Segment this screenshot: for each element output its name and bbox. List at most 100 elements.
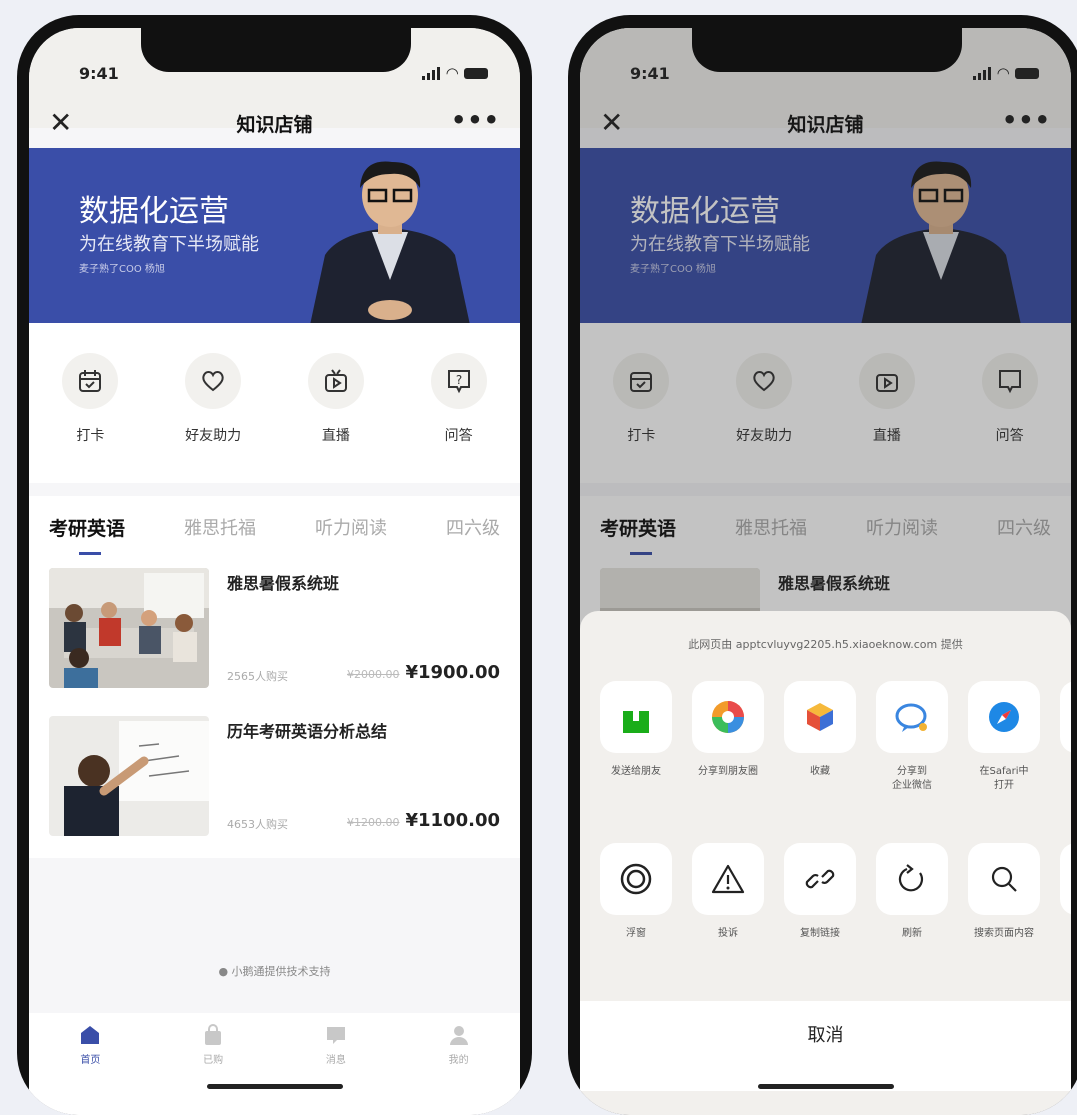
float-window-icon <box>600 843 672 915</box>
action-label: 投诉 <box>718 928 738 939</box>
bottom-nav-home[interactable]: 首页 <box>60 1023 120 1115</box>
tech-support-note: ● 小鹅通提供技术支持 <box>29 963 520 979</box>
action-label: 搜索页面内容 <box>974 928 1034 939</box>
home-indicator <box>757 1084 894 1089</box>
status-time: 9:41 <box>79 64 119 83</box>
bottom-nav-label: 已购 <box>203 1055 224 1066</box>
more-icon[interactable]: ••• <box>451 106 500 134</box>
speaker-photo <box>310 161 470 323</box>
shortcut-checkin[interactable]: 打卡 <box>40 353 140 483</box>
question-bubble-icon: ? <box>430 353 487 409</box>
warning-icon <box>692 843 764 915</box>
share-label: 分享到 企业微信 <box>892 766 932 791</box>
home-icon <box>81 1026 100 1044</box>
bottom-nav-label: 我的 <box>448 1055 469 1066</box>
course-buyers: 2565人购买 <box>227 670 288 683</box>
shortcut-qa[interactable]: ? 问答 <box>409 353 509 483</box>
course-list: 雅思暑假系统班 2565人购买 ¥2000.00 ¥1900.00 历年考研英语… <box>29 558 520 858</box>
share-row: 发送给朋友 分享到朋友圈 收藏 分享到 企业微信 在Safari中 打开 <box>600 681 1071 793</box>
wecom-icon <box>876 681 948 753</box>
course-original-price: ¥2000.00 <box>347 668 400 681</box>
action-report[interactable]: 投诉 <box>692 843 764 941</box>
promo-banner[interactable]: 数据化运营 为在线教育下半场赋能 麦子熟了COO 杨旭 <box>29 148 520 323</box>
share-label: 收藏 <box>810 766 830 777</box>
calendar-check-icon <box>62 353 119 409</box>
course-price: ¥1100.00 <box>405 810 500 831</box>
action-adjust-font[interactable]: 调 <box>1060 843 1071 941</box>
bag-icon <box>205 1024 222 1045</box>
bottom-nav-label: 消息 <box>325 1055 346 1066</box>
shortcut-friend-help[interactable]: 好友助力 <box>163 353 263 483</box>
share-open-safari[interactable]: 在Safari中 打开 <box>968 681 1040 793</box>
share-source-text: 此网页由 apptcvluyvg2205.h5.xiaoeknow.com 提供 <box>688 638 963 651</box>
shortcut-grid: 打卡 好友助力 直播 ? 问答 <box>29 323 520 483</box>
font-adjust-icon <box>1060 843 1071 915</box>
tab-kaoyan-english[interactable]: 考研英语 <box>49 514 125 555</box>
signal-icon <box>422 66 441 80</box>
share-label: 在Safari中 打开 <box>979 766 1029 791</box>
refresh-icon <box>876 843 948 915</box>
shortcut-label: 直播 <box>321 428 350 444</box>
user-icon <box>449 1026 468 1045</box>
course-buyers: 4653人购买 <box>227 818 288 831</box>
screen: 9:41 ◠ ✕ 知识店铺 ••• 数据化运营 为在线教育下半场赋能 麦子熟了C… <box>580 28 1071 1115</box>
share-sheet: 此网页由 apptcvluyvg2205.h5.xiaoeknow.com 提供… <box>580 611 1071 1115</box>
share-moments[interactable]: 分享到朋友圈 <box>692 681 764 793</box>
action-copy-link[interactable]: 复制链接 <box>784 843 856 941</box>
action-row: 浮窗 投诉 复制链接 刷新 搜索页面内容 <box>600 843 1071 941</box>
safari-icon <box>968 681 1040 753</box>
course-thumbnail <box>49 568 209 688</box>
notch <box>692 28 962 72</box>
action-float-window[interactable]: 浮窗 <box>600 843 672 941</box>
bottom-nav-me[interactable]: 我的 <box>429 1023 489 1115</box>
favorite-cube-icon <box>784 681 856 753</box>
bottom-nav-messages[interactable]: 消息 <box>306 1023 366 1115</box>
share-send-friend[interactable]: 发送给朋友 <box>600 681 672 793</box>
course-price: ¥1900.00 <box>405 662 500 683</box>
course-original-price: ¥1200.00 <box>347 816 400 829</box>
course-title: 历年考研英语分析总结 <box>227 722 388 741</box>
tab-listening-reading[interactable]: 听力阅读 <box>315 514 387 540</box>
action-label: 刷新 <box>902 928 922 939</box>
notch <box>141 28 411 72</box>
send-friend-icon <box>600 681 672 753</box>
action-search-page[interactable]: 搜索页面内容 <box>968 843 1040 941</box>
banner-title: 数据化运营 <box>79 194 229 229</box>
phone-store-screen: 9:41 ◠ ✕ 知识店铺 ••• 数据化运营 为在线教育下半场赋能 麦子熟了C… <box>17 15 532 1115</box>
tab-cet[interactable]: 四六级 <box>446 514 500 540</box>
page-title: 知识店铺 <box>236 113 313 136</box>
close-icon[interactable]: ✕ <box>49 106 72 139</box>
shortcut-label: 好友助力 <box>185 428 242 444</box>
action-refresh[interactable]: 刷新 <box>876 843 948 941</box>
wifi-icon: ◠ <box>446 64 458 82</box>
search-icon <box>968 843 1040 915</box>
banner-author: 麦子熟了COO 杨旭 <box>79 264 165 275</box>
share-label: 分享到朋友圈 <box>698 766 758 777</box>
moments-icon <box>692 681 764 753</box>
heart-icon <box>185 353 242 409</box>
share-wecom[interactable]: 分享到 企业微信 <box>876 681 948 793</box>
course-item[interactable]: 雅思暑假系统班 2565人购买 ¥2000.00 ¥1900.00 <box>49 558 500 688</box>
status-icons: ◠ <box>422 64 488 82</box>
share-favorite[interactable]: 收藏 <box>784 681 856 793</box>
share-phone[interactable]: 分 手 <box>1060 681 1071 793</box>
nav-bar: ✕ 知识店铺 ••• <box>29 98 520 148</box>
shortcut-label: 问答 <box>444 428 473 444</box>
bottom-nav-purchased[interactable]: 已购 <box>183 1023 243 1115</box>
bottom-nav-label: 首页 <box>80 1055 101 1066</box>
phone-share-sheet-screen: 9:41 ◠ ✕ 知识店铺 ••• 数据化运营 为在线教育下半场赋能 麦子熟了C… <box>568 15 1077 1115</box>
banner-subtitle: 为在线教育下半场赋能 <box>79 234 259 255</box>
logo-icon: ● <box>218 965 229 978</box>
tab-ielts-toefl[interactable]: 雅思托福 <box>184 514 256 540</box>
shortcut-live[interactable]: 直播 <box>286 353 386 483</box>
category-tabs: 考研英语 雅思托福 听力阅读 四六级 <box>29 496 520 558</box>
battery-icon <box>464 67 488 79</box>
screen: 9:41 ◠ ✕ 知识店铺 ••• 数据化运营 为在线教育下半场赋能 麦子熟了C… <box>29 28 520 1115</box>
action-label: 复制链接 <box>800 928 840 939</box>
cancel-button[interactable]: 取消 <box>580 1001 1071 1091</box>
course-item[interactable]: 历年考研英语分析总结 4653人购买 ¥1200.00 ¥1100.00 <box>49 706 500 836</box>
bottom-nav: 首页 已购 消息 我的 <box>29 1013 520 1115</box>
share-label: 发送给朋友 <box>611 766 661 777</box>
tv-play-icon <box>307 353 364 409</box>
support-text: 小鹅通提供技术支持 <box>231 965 331 978</box>
